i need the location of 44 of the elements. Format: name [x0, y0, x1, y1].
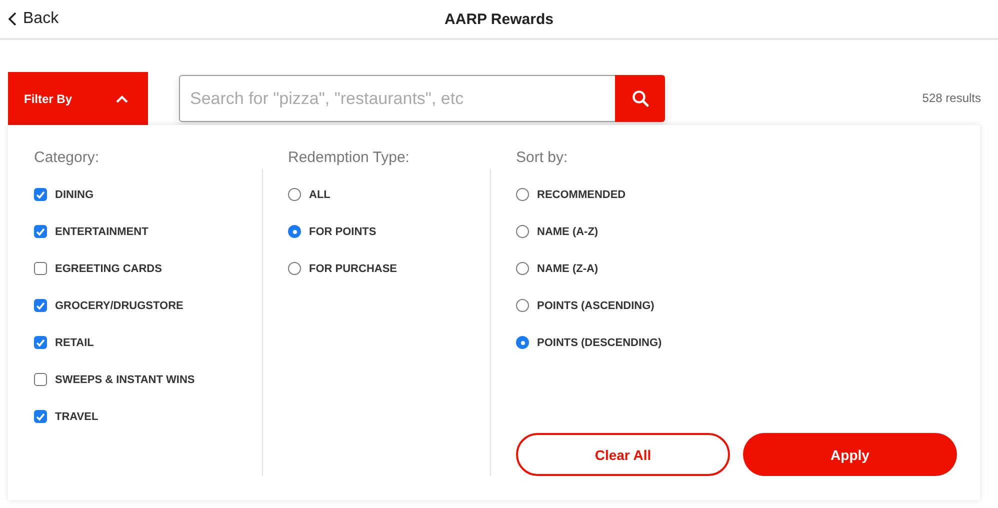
checkbox-option[interactable]: RETAIL [34, 324, 262, 361]
clear-all-button[interactable]: Clear All [516, 433, 730, 476]
page-title: AARP Rewards [444, 10, 554, 28]
results-count: 528 results [922, 90, 981, 104]
radio-option[interactable]: FOR PURCHASE [288, 250, 490, 287]
radio-option[interactable]: POINTS (DESCENDING) [516, 324, 980, 361]
apply-button[interactable]: Apply [743, 433, 957, 476]
radio-button[interactable] [516, 188, 529, 201]
section-heading: Sort by: [516, 149, 568, 166]
checkbox-option[interactable]: TRAVEL [34, 398, 262, 435]
radio-option[interactable]: NAME (Z-A) [516, 250, 980, 287]
radio-button[interactable] [516, 225, 529, 238]
radio-option[interactable]: FOR POINTS [288, 213, 490, 250]
chevron-up-icon [116, 94, 128, 102]
radio-button[interactable] [516, 262, 529, 275]
checkbox[interactable] [34, 225, 47, 238]
radio-option[interactable]: NAME (A-Z) [516, 213, 980, 250]
checkbox[interactable] [34, 373, 47, 386]
radio-option[interactable]: ALL [288, 176, 490, 213]
checkbox[interactable] [34, 188, 47, 201]
checkbox[interactable] [34, 410, 47, 423]
radio-button[interactable] [516, 299, 529, 312]
checkbox-option[interactable]: DINING [34, 176, 262, 213]
chevron-left-icon [8, 12, 17, 26]
radio-button[interactable] [516, 336, 529, 349]
radio-button[interactable] [288, 225, 301, 238]
radio-button[interactable] [288, 262, 301, 275]
checkbox-option[interactable]: SWEEPS & INSTANT WINS [34, 361, 262, 398]
filter-toggle-button[interactable]: Filter By [8, 72, 148, 125]
search-button[interactable] [615, 75, 665, 122]
checkbox[interactable] [34, 262, 47, 275]
checkbox-option[interactable]: EGREETING CARDS [34, 250, 262, 287]
search-icon [632, 90, 648, 107]
section-heading: Redemption Type: [288, 149, 410, 166]
section-heading: Category: [34, 149, 100, 166]
checkbox-option[interactable]: ENTERTAINMENT [34, 213, 262, 250]
checkbox-option[interactable]: GROCERY/DRUGSTORE [34, 287, 262, 324]
radio-option[interactable]: POINTS (ASCENDING) [516, 287, 980, 324]
checkbox[interactable] [34, 336, 47, 349]
radio-option[interactable]: RECOMMENDED [516, 176, 980, 213]
radio-button[interactable] [288, 188, 301, 201]
search-field[interactable]: Search for "pizza", "restaurants", etc [179, 75, 615, 122]
back-button[interactable]: Back [8, 10, 59, 28]
checkbox[interactable] [34, 299, 47, 312]
